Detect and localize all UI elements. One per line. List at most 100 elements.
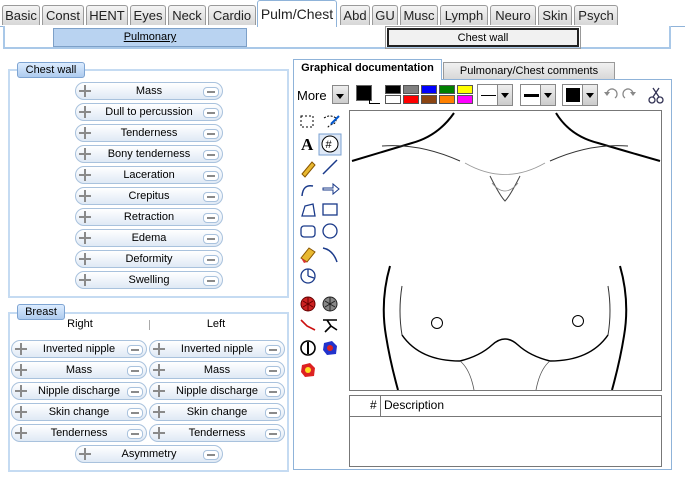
plus-icon[interactable]: [14, 342, 28, 356]
plus-icon[interactable]: [78, 252, 92, 266]
minus-icon[interactable]: [203, 213, 219, 223]
subtab-chest-wall[interactable]: Chest wall: [385, 26, 581, 49]
left-inverted-nipple[interactable]: Inverted nipple: [149, 340, 285, 358]
red-pattern-stamp-icon[interactable]: [300, 296, 316, 312]
finding-retraction[interactable]: Retraction: [75, 208, 223, 226]
minus-icon[interactable]: [265, 387, 281, 397]
left-nipple-discharge[interactable]: Nipple discharge: [149, 382, 285, 400]
red-yellow-stamp-icon[interactable]: [301, 363, 315, 377]
curve-tool-icon[interactable]: [322, 247, 338, 263]
finding-tenderness[interactable]: Tenderness: [75, 124, 223, 142]
minus-icon[interactable]: [203, 276, 219, 286]
polygon-tool-icon[interactable]: [301, 203, 316, 217]
plus-icon[interactable]: [14, 384, 28, 398]
tab-gu[interactable]: GU: [372, 5, 398, 25]
plus-icon[interactable]: [152, 342, 166, 356]
color-swatch[interactable]: [421, 95, 437, 104]
eraser-icon[interactable]: [300, 247, 316, 263]
right-nipple-discharge[interactable]: Nipple discharge: [11, 382, 147, 400]
pie-tool-icon[interactable]: [300, 268, 316, 284]
finding-laceration[interactable]: Laceration: [75, 166, 223, 184]
minus-icon[interactable]: [127, 429, 143, 439]
plus-icon[interactable]: [78, 147, 92, 161]
plus-icon[interactable]: [78, 447, 92, 461]
color-swatch[interactable]: [439, 85, 455, 94]
plus-icon[interactable]: [78, 210, 92, 224]
minus-icon[interactable]: [265, 366, 281, 376]
circle-tool-icon[interactable]: [322, 223, 338, 239]
left-skin-change[interactable]: Skin change: [149, 403, 285, 421]
minus-icon[interactable]: [265, 408, 281, 418]
pencil-icon[interactable]: [301, 161, 316, 178]
minus-icon[interactable]: [265, 345, 281, 355]
tab-neck[interactable]: Neck: [168, 5, 206, 25]
tab-abd[interactable]: Abd: [340, 5, 370, 25]
left-mass[interactable]: Mass: [149, 361, 285, 379]
color-swatch[interactable]: [403, 85, 419, 94]
arc-tool-icon[interactable]: [301, 184, 314, 197]
tab-skin[interactable]: Skin: [538, 5, 572, 25]
asymmetry[interactable]: Asymmetry: [75, 445, 223, 463]
line-tool-icon[interactable]: [322, 159, 338, 175]
drawing-canvas[interactable]: [349, 110, 662, 391]
plus-icon[interactable]: [152, 405, 166, 419]
undo-icon[interactable]: [604, 88, 618, 99]
black-branch-icon[interactable]: [323, 319, 338, 333]
minus-icon[interactable]: [203, 450, 219, 460]
right-skin-change[interactable]: Skin change: [11, 403, 147, 421]
minus-icon[interactable]: [203, 150, 219, 160]
tab-pulm-chest[interactable]: Pulm/Chest: [257, 0, 337, 27]
select-rect-icon[interactable]: [300, 115, 314, 128]
plus-icon[interactable]: [14, 426, 28, 440]
tab-basic[interactable]: Basic: [2, 5, 40, 25]
fill-dropdown[interactable]: [562, 84, 598, 106]
plus-icon[interactable]: [78, 189, 92, 203]
redo-icon[interactable]: [622, 88, 636, 99]
minus-icon[interactable]: [203, 87, 219, 97]
finding-dull-to-percussion[interactable]: Dull to percussion: [75, 103, 223, 121]
plus-icon[interactable]: [78, 273, 92, 287]
plus-icon[interactable]: [14, 405, 28, 419]
minus-icon[interactable]: [203, 108, 219, 118]
left-tenderness[interactable]: Tenderness: [149, 424, 285, 442]
minus-icon[interactable]: [127, 345, 143, 355]
rounded-rect-tool-icon[interactable]: [300, 225, 316, 238]
plus-icon[interactable]: [152, 363, 166, 377]
plus-icon[interactable]: [78, 105, 92, 119]
tab-musc[interactable]: Musc: [400, 5, 438, 25]
blue-red-stamp-icon[interactable]: [323, 341, 337, 355]
rectangle-tool-icon[interactable]: [322, 203, 338, 216]
finding-mass[interactable]: Mass: [75, 82, 223, 100]
line-style-dropdown[interactable]: [477, 84, 513, 106]
minus-icon[interactable]: [203, 234, 219, 244]
minus-icon[interactable]: [203, 192, 219, 202]
more-dropdown[interactable]: [332, 85, 349, 104]
number-tool-icon[interactable]: #: [318, 133, 342, 156]
color-swatch[interactable]: [439, 95, 455, 104]
lasso-icon[interactable]: [323, 115, 340, 129]
right-inverted-nipple[interactable]: Inverted nipple: [11, 340, 147, 358]
subtab-pulmonary[interactable]: Pulmonary: [53, 28, 247, 47]
tab-graphical-documentation[interactable]: Graphical documentation: [293, 59, 442, 80]
finding-bony-tenderness[interactable]: Bony tenderness: [75, 145, 223, 163]
finding-deformity[interactable]: Deformity: [75, 250, 223, 268]
tab-hent[interactable]: HENT: [86, 5, 128, 25]
color-swatch[interactable]: [457, 85, 473, 94]
color-swatch[interactable]: [385, 95, 401, 104]
tab-lymph[interactable]: Lymph: [440, 5, 488, 25]
color-swatch[interactable]: [457, 95, 473, 104]
plus-icon[interactable]: [152, 426, 166, 440]
finding-edema[interactable]: Edema: [75, 229, 223, 247]
tab-neuro[interactable]: Neuro: [490, 5, 536, 25]
minus-icon[interactable]: [265, 429, 281, 439]
tab-const[interactable]: Const: [42, 5, 84, 25]
plus-icon[interactable]: [14, 363, 28, 377]
right-mass[interactable]: Mass: [11, 361, 147, 379]
plus-icon[interactable]: [152, 384, 166, 398]
line-width-dropdown[interactable]: [520, 84, 556, 106]
color-swatch[interactable]: [403, 95, 419, 104]
scissors-icon[interactable]: [648, 87, 664, 104]
color-swatch[interactable]: [421, 85, 437, 94]
minus-icon[interactable]: [127, 387, 143, 397]
plus-icon[interactable]: [78, 126, 92, 140]
